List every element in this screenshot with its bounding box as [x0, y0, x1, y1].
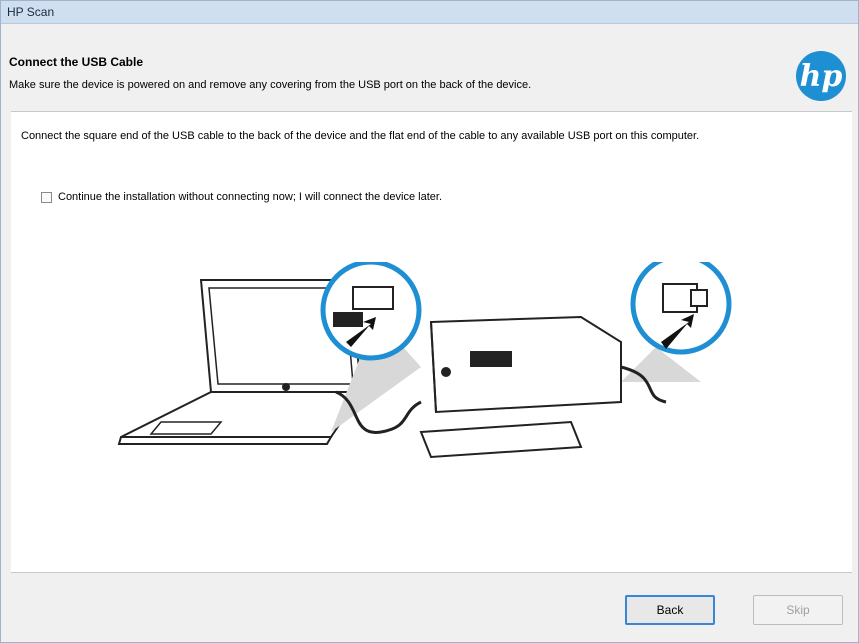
instruction-text: Connect the square end of the USB cable … [21, 130, 700, 142]
logo-text: hp [799, 58, 843, 94]
window-title: HP Scan [7, 5, 55, 19]
page-title: Connect the USB Cable [9, 55, 144, 69]
hp-logo-icon: hp [796, 51, 846, 101]
title-bar: HP Scan [1, 1, 858, 24]
footer: Back Skip [11, 573, 852, 637]
connect-later-option[interactable]: Continue the installation without connec… [41, 188, 442, 206]
connect-later-checkbox[interactable] [41, 191, 52, 203]
printer-port-zoom-icon [630, 262, 732, 355]
content-panel: Connect the square end of the USB cable … [11, 112, 852, 573]
printer-icon [419, 315, 622, 459]
skip-button[interactable]: Skip [753, 595, 843, 625]
hp-scan-window: HP Scan Connect the USB Cable Make sure … [0, 0, 859, 643]
usb-connection-illustration [117, 262, 732, 459]
connect-later-label[interactable]: Continue the installation without connec… [58, 191, 442, 203]
header: Connect the USB Cable Make sure the devi… [9, 41, 852, 111]
back-button[interactable]: Back [625, 595, 715, 625]
computer-port-zoom-icon [320, 262, 422, 361]
page-subtitle: Make sure the device is powered on and r… [9, 79, 532, 91]
